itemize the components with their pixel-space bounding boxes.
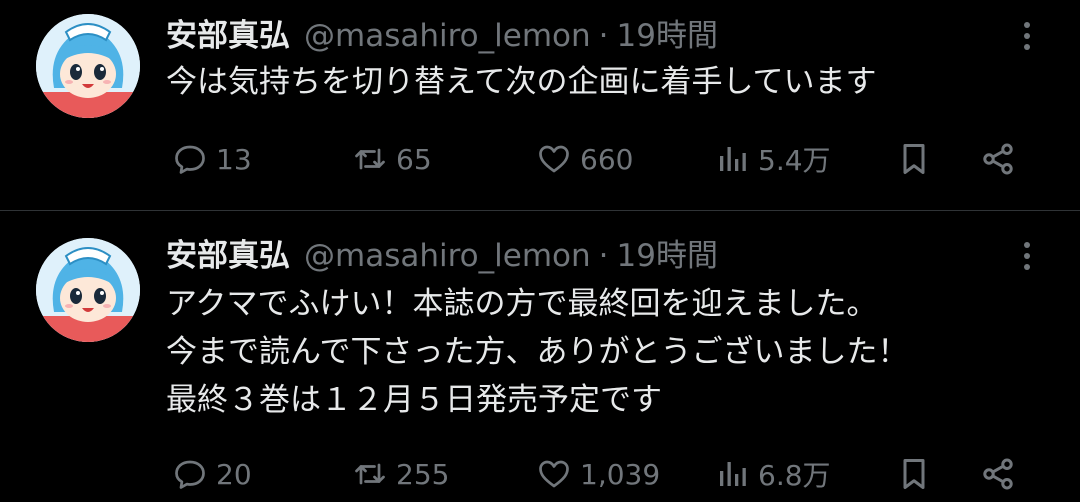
- bookmark-icon: [903, 459, 925, 489]
- display-name[interactable]: 安部真弘: [166, 238, 290, 274]
- retweet-icon: [355, 148, 385, 170]
- tweet-text-line: アクマでふけい！本誌の方で最終回を迎えました。: [166, 286, 878, 322]
- tweet-text: 今は気持ちを切り替えて次の企画に着手しています: [166, 58, 877, 106]
- share-icon: [983, 143, 1013, 175]
- reply-button[interactable]: 13: [172, 137, 252, 181]
- like-button[interactable]: 1,039: [536, 452, 660, 496]
- display-name[interactable]: 安部真弘: [166, 18, 290, 54]
- views-count: 6.8万: [758, 459, 831, 492]
- like-count: 660: [580, 142, 634, 176]
- share-icon: [983, 458, 1013, 490]
- heart-icon: [539, 460, 569, 488]
- like-button[interactable]: 660: [536, 137, 633, 181]
- views-icon: [720, 147, 746, 171]
- user-handle[interactable]: @masahiro_lemon: [304, 238, 591, 274]
- timestamp[interactable]: 19時間: [617, 238, 718, 274]
- reply-count: 13: [216, 142, 252, 176]
- tweet[interactable]: 安部真弘 @masahiro_lemon · 19時間 アクマでふけい！本誌の方で最終…: [0, 211, 1080, 502]
- more-icon[interactable]: [1020, 22, 1034, 56]
- reply-icon: [175, 460, 205, 489]
- tweet-text: アクマでふけい！本誌の方で最終回を迎えました。 今まで読んで下さった方、ありがと…: [166, 280, 908, 424]
- retweet-count: 255: [396, 457, 450, 491]
- views-button[interactable]: 6.8万: [714, 452, 831, 496]
- avatar[interactable]: [36, 238, 140, 342]
- separator: ·: [598, 238, 609, 274]
- share-button[interactable]: [980, 137, 1016, 181]
- tweet-text-line: 今は気持ちを切り替えて次の企画に着手しています: [166, 64, 877, 100]
- like-count: 1,039: [580, 457, 661, 491]
- bookmark-button[interactable]: [896, 452, 932, 496]
- more-icon[interactable]: [1020, 242, 1034, 276]
- bookmark-button[interactable]: [896, 137, 932, 181]
- reply-count: 20: [216, 457, 252, 491]
- bookmark-icon: [903, 144, 925, 174]
- reply-icon: [175, 145, 205, 174]
- avatar-illustration: [36, 238, 140, 342]
- views-button[interactable]: 5.4万: [714, 137, 831, 181]
- tweet-text-line: 最終３巻は１２月５日発売予定です: [166, 382, 662, 418]
- views-icon: [720, 462, 746, 486]
- tweet[interactable]: 安部真弘 @masahiro_lemon · 19時間 今は気持ちを切り替えて次の企画…: [0, 0, 1080, 210]
- retweet-button[interactable]: 255: [352, 452, 449, 496]
- timestamp[interactable]: 19時間: [617, 18, 718, 54]
- avatar[interactable]: [36, 14, 140, 118]
- heart-icon: [539, 145, 569, 173]
- action-bar: 13 65 660 5.4万: [166, 137, 1036, 181]
- separator: ·: [598, 18, 609, 54]
- user-handle[interactable]: @masahiro_lemon: [304, 18, 591, 54]
- share-button[interactable]: [980, 452, 1016, 496]
- reply-button[interactable]: 20: [172, 452, 252, 496]
- retweet-count: 65: [396, 142, 432, 176]
- tweet-header: 安部真弘 @masahiro_lemon · 19時間: [166, 236, 718, 276]
- tweet-header: 安部真弘 @masahiro_lemon · 19時間: [166, 16, 718, 56]
- action-bar: 20 255 1,039 6.8万: [166, 452, 1036, 496]
- tweet-text-line: 今まで読んで下さった方、ありがとうございました！: [166, 334, 909, 370]
- views-count: 5.4万: [758, 144, 831, 177]
- retweet-button[interactable]: 65: [352, 137, 432, 181]
- retweet-icon: [355, 463, 385, 485]
- avatar-illustration: [36, 14, 140, 118]
